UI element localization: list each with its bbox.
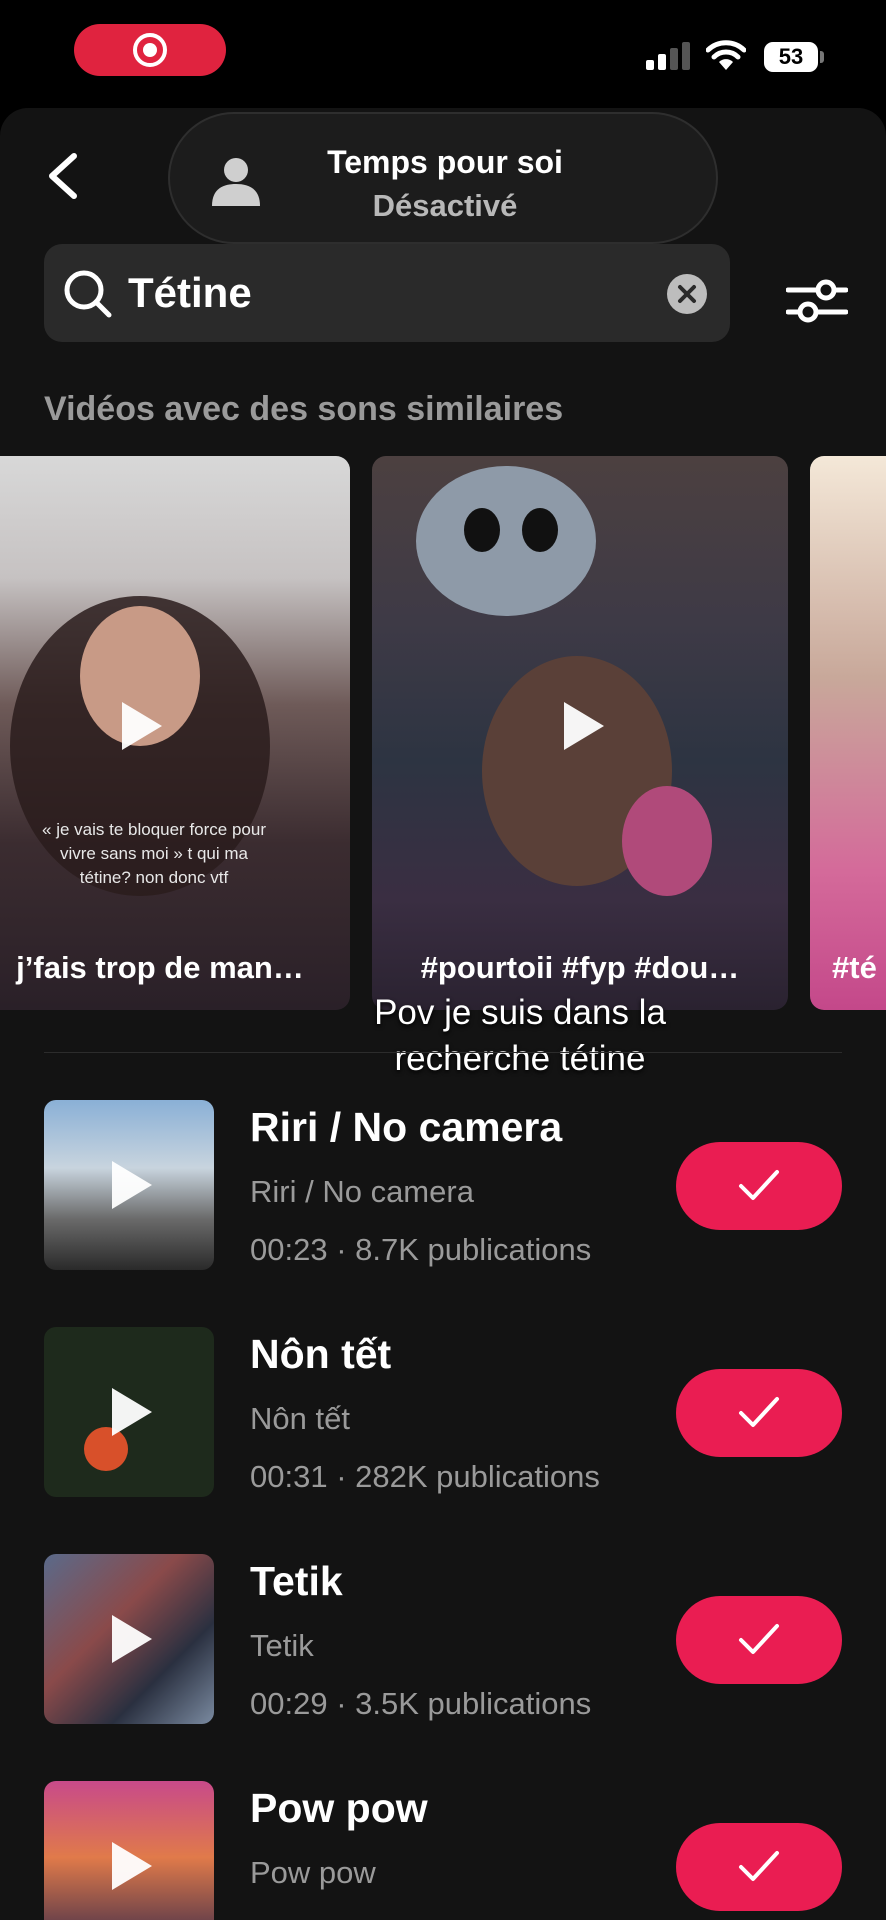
clear-search-icon[interactable] [666, 273, 708, 315]
song-artist: Nôn tết [250, 1401, 350, 1436]
song-cover[interactable] [44, 1554, 214, 1724]
use-sound-button[interactable] [676, 1823, 842, 1911]
use-sound-button[interactable] [676, 1142, 842, 1230]
song-cover[interactable] [44, 1327, 214, 1497]
focus-mode-title: Temps pour soi [327, 144, 563, 180]
play-icon [112, 1388, 152, 1436]
song-meta: 00:23 · 8.7K publications [250, 1232, 592, 1267]
status-bar: 53 [0, 0, 886, 100]
checkmark-icon [739, 1170, 779, 1200]
play-icon [112, 1615, 152, 1663]
video-card[interactable]: #té [810, 456, 886, 1010]
video-overlay-caption: Pov je suis dans la recherche tétine [374, 993, 666, 1078]
back-chevron-icon[interactable] [40, 146, 90, 206]
video-card[interactable]: #pourtoii #fyp #dou… [372, 456, 788, 1010]
song-meta: 00:29 · 3.5K publications [250, 1686, 592, 1721]
song-artist: Tetik [250, 1628, 314, 1663]
video-title: #pourtoii #fyp #dou… [420, 950, 740, 985]
video-title: #té [832, 950, 877, 985]
focus-mode-status: Désactivé [372, 188, 518, 223]
battery-cap [820, 51, 824, 63]
song-row[interactable]: Nôn tết Nôn tết 00:31 · 282K publication… [0, 1327, 886, 1497]
video-thumbnail-shape [464, 508, 500, 552]
video-card[interactable]: « je vais te bloquer force pour vivre sa… [0, 456, 350, 1010]
checkmark-icon [739, 1397, 779, 1427]
search-icon [64, 270, 112, 318]
video-title: j’fais trop de man… [16, 950, 304, 985]
song-title: Riri / No camera [250, 1104, 563, 1150]
battery-indicator: 53 [764, 42, 818, 72]
song-cover[interactable] [44, 1100, 214, 1270]
play-icon [112, 1161, 152, 1209]
song-title: Tetik [250, 1558, 343, 1604]
divider [44, 1052, 842, 1053]
video-thumbnail-shape [522, 508, 558, 552]
song-title: Nôn tết [250, 1331, 392, 1377]
video-overlay-text: « je vais te bloquer force pour vivre sa… [42, 820, 266, 887]
song-artist: Riri / No camera [250, 1174, 474, 1209]
checkmark-icon [739, 1851, 779, 1881]
search-bar[interactable] [44, 244, 730, 342]
search-results-sheet: Temps pour soi Désactivé Vidéos avec des… [0, 108, 886, 1920]
video-thumbnail-shape [416, 466, 596, 616]
song-row[interactable]: Tetik Tetik 00:29 · 3.5K publications [0, 1554, 886, 1724]
play-icon [564, 702, 604, 750]
use-sound-button[interactable] [676, 1369, 842, 1457]
song-meta: 00:31 · 282K publications [250, 1459, 600, 1494]
focus-mode-banner[interactable]: Temps pour soi Désactivé [168, 112, 718, 244]
song-row[interactable]: Riri / No camera Riri / No camera 00:23 … [0, 1100, 886, 1270]
play-icon [122, 702, 162, 750]
filter-sliders-icon[interactable] [786, 276, 848, 326]
song-row[interactable]: Pow pow Pow pow [0, 1781, 886, 1920]
record-icon [133, 33, 167, 67]
wifi-icon [706, 40, 746, 70]
song-artist: Pow pow [250, 1855, 376, 1890]
play-icon [112, 1842, 152, 1890]
checkmark-icon [739, 1624, 779, 1654]
video-thumbnail-shape [622, 786, 712, 896]
song-title: Pow pow [250, 1785, 428, 1831]
song-cover[interactable] [44, 1781, 214, 1920]
cellular-signal-icon [646, 42, 690, 70]
screen-recording-indicator[interactable] [74, 24, 226, 76]
section-title: Vidéos avec des sons similaires [44, 390, 564, 428]
use-sound-button[interactable] [676, 1596, 842, 1684]
search-input[interactable] [128, 264, 628, 322]
